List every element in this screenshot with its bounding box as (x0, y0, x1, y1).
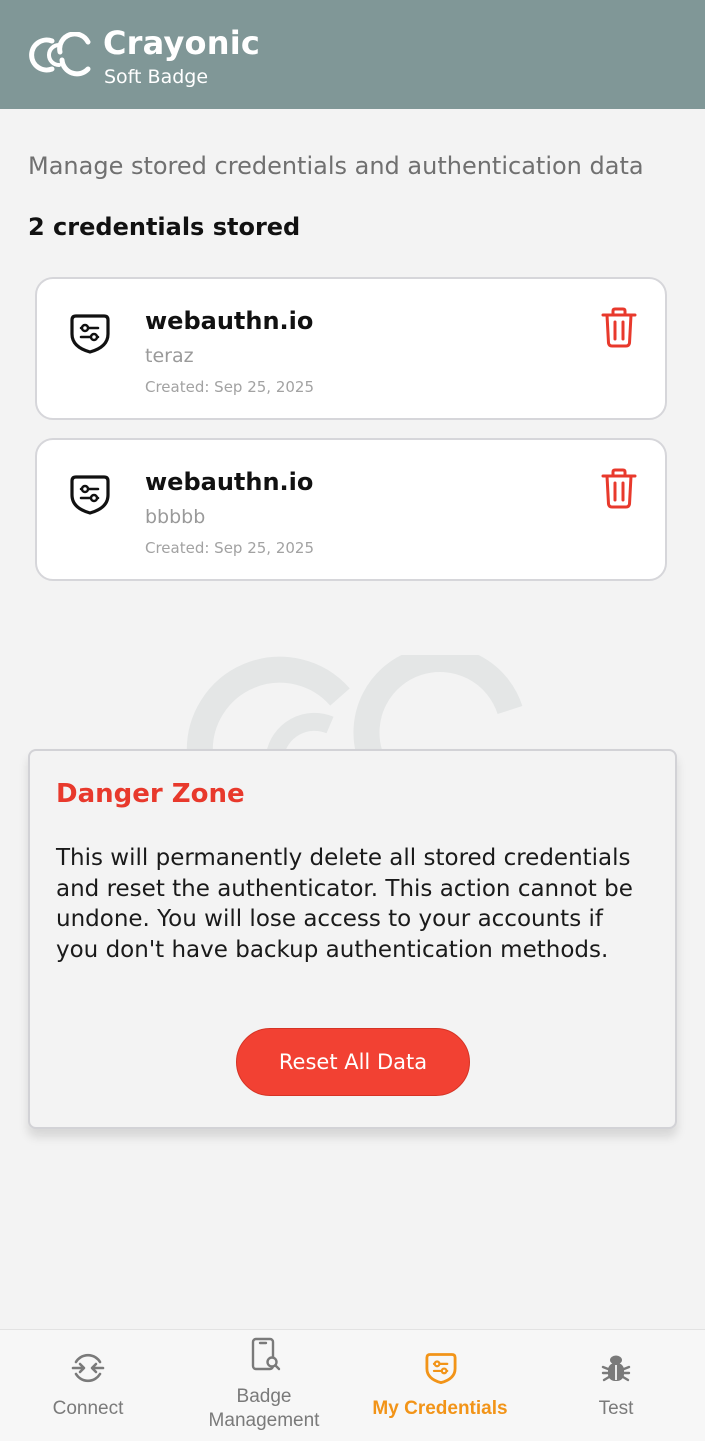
brand-name: Crayonic (103, 24, 261, 62)
nav-label: Badge Management (208, 1386, 320, 1431)
danger-zone-text: This will permanently delete all stored … (56, 845, 633, 963)
trash-icon[interactable] (599, 466, 639, 510)
badge-search-icon (251, 1337, 281, 1371)
crayonic-logo-icon (29, 32, 91, 77)
bottom-navigation: Connect Badge Management My Credentials (0, 1329, 705, 1441)
credential-card[interactable]: webauthn.io teraz Created: Sep 25, 2025 (35, 277, 667, 420)
nav-label: Connect (52, 1398, 124, 1419)
reset-all-data-button[interactable]: Reset All Data (236, 1028, 470, 1096)
credential-user: teraz (145, 345, 194, 367)
nav-label: My Credentials (372, 1398, 508, 1419)
danger-zone-title: Danger Zone (56, 779, 245, 809)
credential-card[interactable]: webauthn.io bbbbb Created: Sep 25, 2025 (35, 438, 667, 581)
danger-zone-panel: Danger Zone This will permanently delete… (28, 749, 677, 1129)
credential-site: webauthn.io (145, 307, 314, 335)
nav-label: Test (598, 1398, 634, 1419)
connect-icon (71, 1353, 105, 1383)
credential-created: Created: Sep 25, 2025 (145, 378, 315, 396)
bug-icon (601, 1355, 631, 1382)
page-description: Manage stored credentials and authentica… (28, 152, 644, 180)
nav-item-connect[interactable]: Connect (0, 1330, 176, 1441)
credential-count: 2 credentials stored (28, 213, 301, 241)
credential-site: webauthn.io (145, 468, 314, 496)
app-header: Crayonic Soft Badge (0, 0, 705, 109)
passkey-icon (70, 475, 110, 515)
brand-subtitle: Soft Badge (104, 66, 209, 88)
nav-item-test[interactable]: Test (528, 1330, 704, 1441)
nav-item-badge-management[interactable]: Badge Management (176, 1330, 352, 1441)
trash-icon[interactable] (599, 305, 639, 349)
credential-user: bbbbb (145, 506, 206, 528)
nav-item-my-credentials[interactable]: My Credentials (352, 1330, 528, 1441)
watermark-logo-icon (186, 655, 523, 755)
passkey-icon (70, 314, 110, 354)
credential-created: Created: Sep 25, 2025 (145, 539, 315, 557)
credentials-icon (425, 1353, 457, 1385)
